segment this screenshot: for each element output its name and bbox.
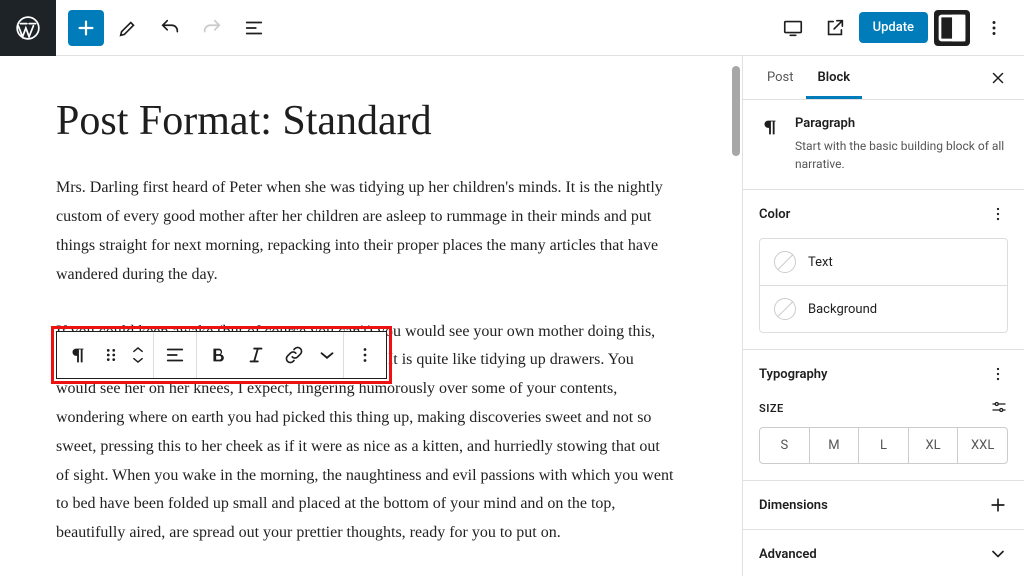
block-type-paragraph-button[interactable] <box>59 332 97 378</box>
workspace: Post Format: Standard Mrs. Darling first… <box>0 56 1024 576</box>
panel-typography: Typography SIZE S M L XL XXL <box>743 349 1024 480</box>
paragraph-icon <box>759 116 781 173</box>
wordpress-logo[interactable] <box>0 0 56 56</box>
redo-button[interactable] <box>194 10 230 46</box>
options-menu-button[interactable] <box>976 10 1012 46</box>
preview-external-button[interactable] <box>817 10 853 46</box>
close-sidebar-button[interactable] <box>984 64 1012 92</box>
scrollbar[interactable] <box>730 56 742 576</box>
panel-dimensions: Dimensions <box>743 480 1024 529</box>
block-info: Paragraph Start with the basic building … <box>743 100 1024 189</box>
update-button[interactable]: Update <box>859 12 928 43</box>
panel-advanced-header[interactable]: Advanced <box>743 530 1024 576</box>
size-xxl[interactable]: XXL <box>958 428 1007 463</box>
size-settings-icon[interactable] <box>990 398 1008 419</box>
color-text-row[interactable]: Text <box>760 239 1007 285</box>
bold-button[interactable] <box>199 332 237 378</box>
move-block-arrows[interactable] <box>125 345 151 365</box>
sidebar-tabs: Post Block <box>743 56 1024 100</box>
panel-advanced: Advanced <box>743 529 1024 576</box>
tab-post[interactable]: Post <box>755 56 806 99</box>
settings-sidebar-toggle[interactable] <box>934 10 970 46</box>
panel-typography-header[interactable]: Typography <box>743 350 1024 398</box>
add-block-button[interactable] <box>68 10 104 46</box>
size-l[interactable]: L <box>859 428 909 463</box>
size-m[interactable]: M <box>810 428 860 463</box>
settings-sidebar: Post Block Paragraph Start with the basi… <box>742 56 1024 576</box>
text-color-swatch <box>774 251 796 273</box>
editor-canvas[interactable]: Post Format: Standard Mrs. Darling first… <box>0 56 742 576</box>
undo-button[interactable] <box>152 10 188 46</box>
drag-handle-icon[interactable] <box>97 332 125 378</box>
paragraph-block-1[interactable]: Mrs. Darling first heard of Peter when s… <box>56 174 676 289</box>
size-label: SIZE <box>759 402 784 415</box>
block-description: Start with the basic building block of a… <box>795 137 1008 173</box>
top-toolbar: Update <box>0 0 1024 56</box>
document-overview-button[interactable] <box>236 10 272 46</box>
tab-block[interactable]: Block <box>806 56 863 99</box>
background-color-swatch <box>774 298 796 320</box>
more-rich-text-button[interactable] <box>313 332 341 378</box>
align-button[interactable] <box>156 332 194 378</box>
color-background-row[interactable]: Background <box>760 285 1007 332</box>
block-more-options-button[interactable] <box>346 332 384 378</box>
block-name: Paragraph <box>795 116 1008 131</box>
size-s[interactable]: S <box>760 428 810 463</box>
view-desktop-button[interactable] <box>775 10 811 46</box>
size-xl[interactable]: XL <box>909 428 959 463</box>
panel-color: Color Text Background <box>743 189 1024 349</box>
font-size-picker: S M L XL XXL <box>759 427 1008 464</box>
link-button[interactable] <box>275 332 313 378</box>
edit-tool-button[interactable] <box>110 10 146 46</box>
block-toolbar <box>56 331 387 379</box>
panel-dimensions-header[interactable]: Dimensions <box>743 481 1024 529</box>
italic-button[interactable] <box>237 332 275 378</box>
post-title[interactable]: Post Format: Standard <box>56 96 686 146</box>
panel-color-header[interactable]: Color <box>743 190 1024 238</box>
